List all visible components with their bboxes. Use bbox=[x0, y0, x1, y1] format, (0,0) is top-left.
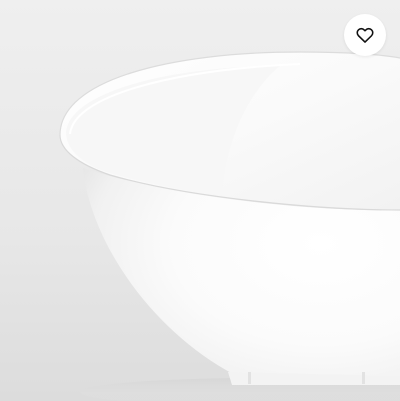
product-image[interactable] bbox=[0, 0, 400, 401]
heart-outline-icon bbox=[356, 27, 374, 43]
foot-notch bbox=[248, 372, 251, 384]
favorite-button[interactable] bbox=[344, 14, 386, 56]
product-card bbox=[0, 0, 400, 401]
foot-notch bbox=[362, 372, 365, 384]
